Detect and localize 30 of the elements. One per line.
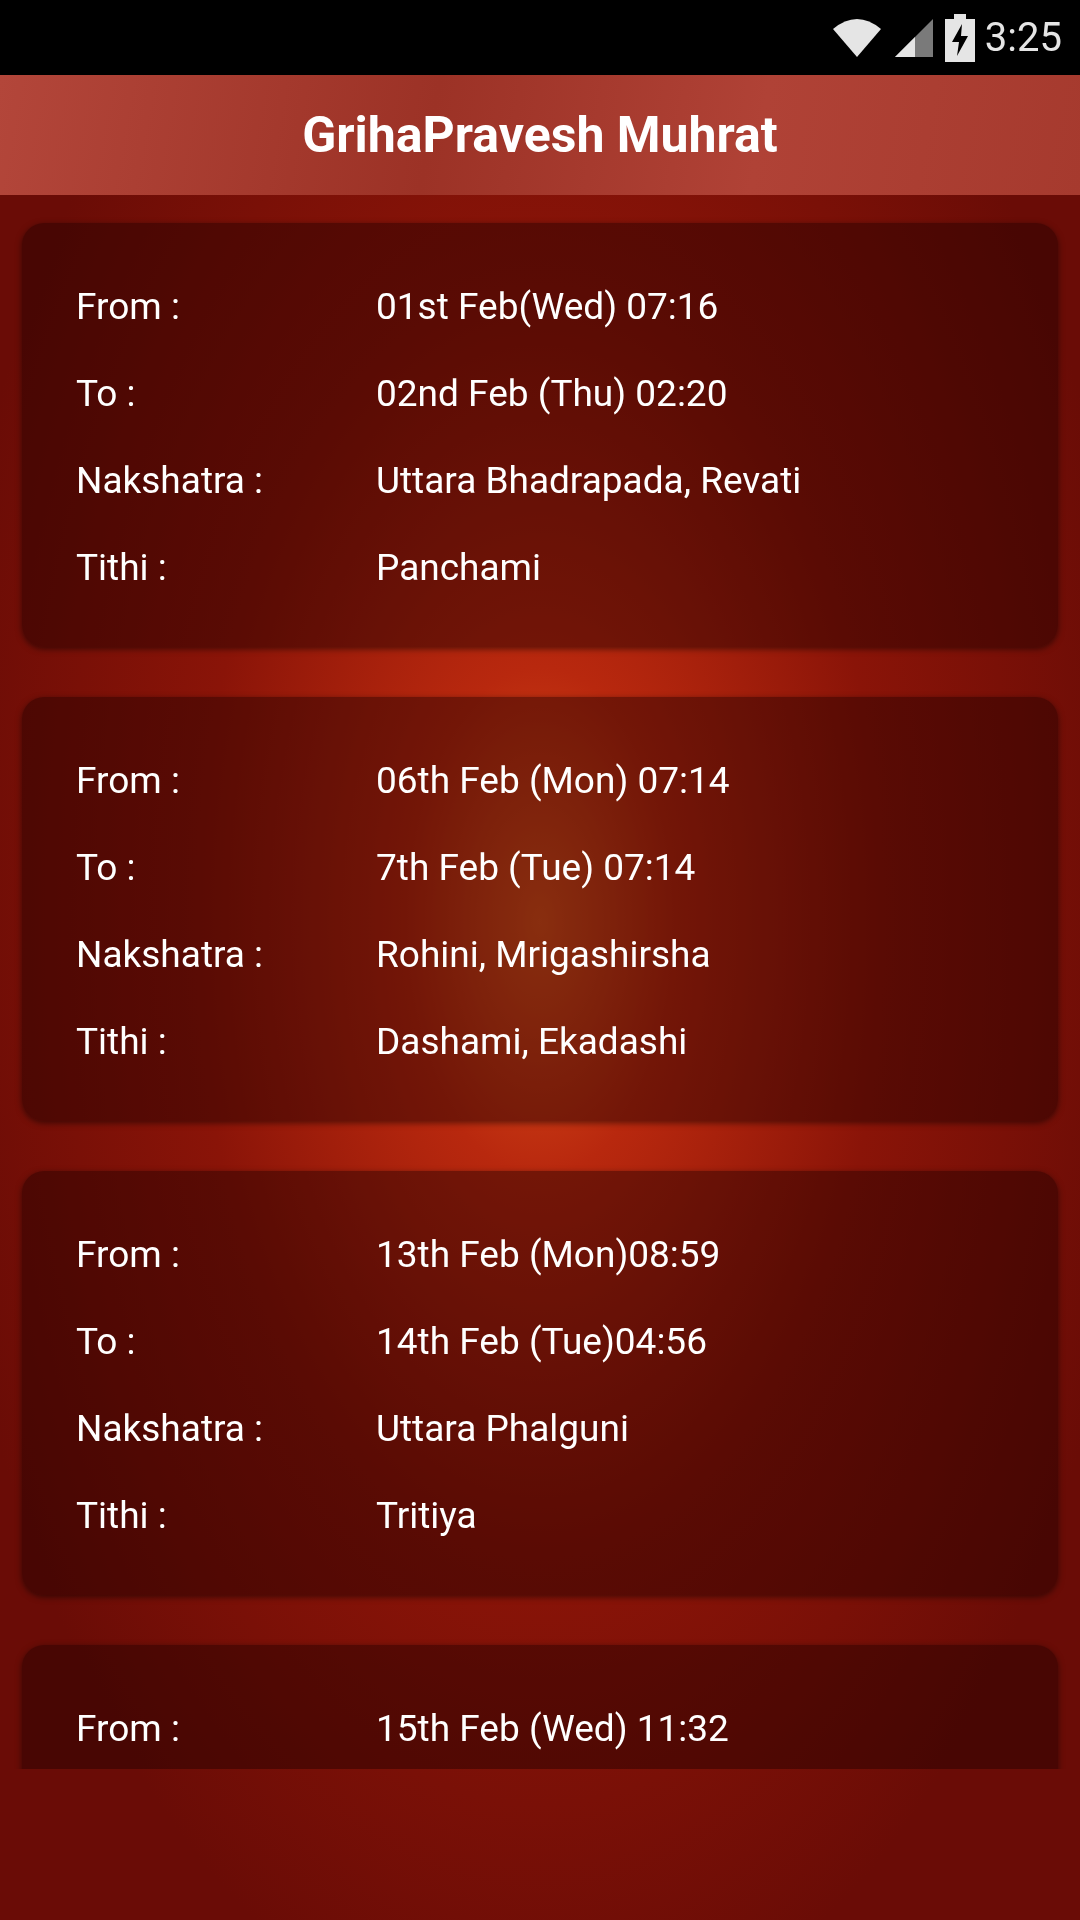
field-label: From : — [76, 283, 181, 330]
field-value: 15th Feb (Wed) 11:32 — [376, 1705, 729, 1752]
field-label: Tithi : — [76, 1492, 168, 1539]
field-value: 14th Feb (Tue)04:56 — [376, 1318, 707, 1365]
field-label: Nakshatra : — [76, 457, 265, 504]
field-value: Uttara Phalguni — [376, 1405, 629, 1452]
field-value: Tritiya — [376, 1492, 477, 1539]
field-value: Dashami, Ekadashi — [376, 1018, 688, 1065]
field-value: Panchami — [376, 544, 542, 591]
field-value: 01st Feb(Wed) 07:16 — [376, 283, 719, 330]
field-label: To : — [76, 1318, 137, 1365]
field-label: Nakshatra : — [76, 931, 265, 978]
field-label: From : — [76, 1705, 181, 1752]
field-label: Tithi : — [76, 544, 168, 591]
field-value: 02nd Feb (Thu) 02:20 — [376, 370, 728, 417]
wifi-icon — [830, 16, 883, 59]
field-label: From : — [76, 1231, 181, 1278]
field-value: 13th Feb (Mon)08:59 — [376, 1231, 721, 1278]
clock-time: 3:25 — [984, 17, 1062, 58]
field-label: To : — [76, 370, 137, 417]
field-value: 7th Feb (Tue) 07:14 — [376, 844, 696, 891]
field-label: From : — [76, 757, 181, 804]
field-label: Nakshatra : — [76, 1405, 265, 1452]
battery-charging-icon — [944, 13, 975, 62]
field-label: Tithi : — [76, 1018, 168, 1065]
page-title: GrihaPravesh Muhrat — [302, 104, 778, 166]
field-value: 06th Feb (Mon) 07:14 — [376, 757, 730, 804]
field-label: To : — [76, 844, 137, 891]
field-value: Uttara Bhadrapada, Revati — [376, 457, 802, 504]
field-value: Rohini, Mrigashirsha — [376, 931, 711, 978]
